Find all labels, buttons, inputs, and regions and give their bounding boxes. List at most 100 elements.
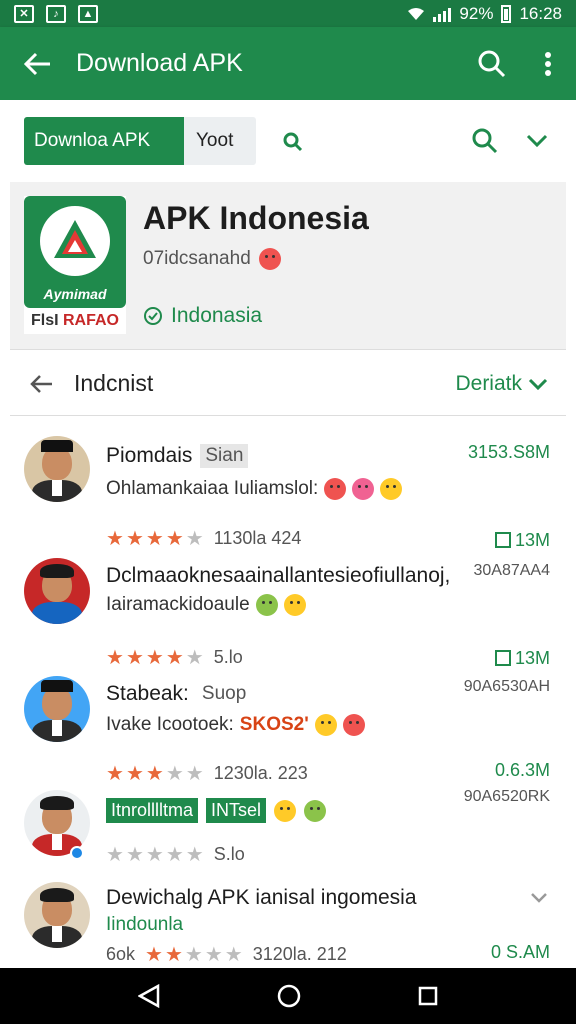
list-item[interactable]: Dewichalg APK ianisal ingomesia Iindounl… xyxy=(10,876,566,968)
chevron-down-icon[interactable] xyxy=(530,892,548,904)
list-item[interactable]: Stabeak: Suop Ivake Icootoek: SKOS2' ★ ★ ★… xyxy=(10,648,566,785)
item-description: Iindounla xyxy=(106,914,184,935)
logo-mark-icon xyxy=(54,220,96,258)
star-icon: ★ xyxy=(145,844,164,866)
emoji-icon xyxy=(314,714,337,736)
battery-icon xyxy=(501,4,512,23)
secondary-chip[interactable]: Yoot xyxy=(184,117,256,165)
item-tag: Suop xyxy=(196,682,252,706)
back-button[interactable] xyxy=(0,52,76,76)
system-nav-bar xyxy=(0,968,576,1024)
item-title: Stabeak: Suop xyxy=(106,682,252,706)
app-subtitle: 07idcsanahd xyxy=(143,248,281,270)
item-rating: ★ ★ ★ ★ ★ S.lo xyxy=(106,842,245,867)
filter-icon-button[interactable] xyxy=(282,129,306,153)
item-description: Ohlamankaiaa Iuliamslol: xyxy=(106,478,403,500)
sort-dropdown[interactable]: Deriatk xyxy=(455,372,566,396)
overflow-menu-button[interactable] xyxy=(520,51,576,76)
app-title: APK Indonesia xyxy=(143,200,369,236)
star-rating: ★ ★ ★ ★ ★ xyxy=(106,842,204,867)
filter-icon xyxy=(283,132,303,152)
check-icon xyxy=(494,650,511,666)
item-rating: 6ok ★ ★ ★ ★ ★ 3120la. 212 xyxy=(106,942,347,967)
download-apk-chip[interactable]: Downloa APK xyxy=(24,117,184,165)
item-code: 90A6530AH xyxy=(463,678,550,695)
verified-badge-icon xyxy=(70,846,84,860)
avatar xyxy=(24,882,90,948)
signal-icon xyxy=(433,6,452,22)
app-bar: Download APK xyxy=(0,27,576,100)
search-icon xyxy=(478,50,506,77)
filter-back-button[interactable] xyxy=(10,374,74,394)
avatar xyxy=(24,558,90,624)
star-icon: ★ xyxy=(165,844,184,866)
app-country[interactable]: Indonasia xyxy=(143,304,262,328)
item-size: 0.6.3M xyxy=(494,760,550,780)
item-size: 13M xyxy=(494,648,550,669)
search-icon[interactable] xyxy=(472,128,498,154)
star-icon: ★ xyxy=(204,944,223,966)
filter-label: Indcnist xyxy=(74,370,154,396)
check-circle-icon xyxy=(144,307,162,325)
app-list: Piomdais Sian Ohlamankaiaa Iuliamslol: ★… xyxy=(10,416,566,968)
item-tag: Sian xyxy=(200,444,249,468)
close-notification-icon: ✕ xyxy=(14,4,34,23)
avatar xyxy=(24,436,90,502)
arrow-back-icon xyxy=(24,52,50,75)
battery-percent: 92% xyxy=(459,3,494,23)
emoji-icon xyxy=(352,478,375,500)
app-header: Aymimad FlsI RAFAO APK Indonesia 07idcsa… xyxy=(10,182,566,350)
star-icon: ★ xyxy=(184,944,203,966)
logo-circle xyxy=(40,206,110,276)
nav-recents-icon[interactable] xyxy=(418,986,438,1006)
clock: 16:28 xyxy=(519,3,562,23)
check-icon xyxy=(494,532,511,548)
star-icon: ★ xyxy=(224,944,243,966)
item-code: 90A6520RK xyxy=(463,788,550,805)
wifi-icon xyxy=(408,7,425,20)
emoji-icon xyxy=(255,594,278,616)
image-notification-icon: ▲ xyxy=(78,4,98,23)
search-button[interactable] xyxy=(464,50,520,78)
item-size: 13M xyxy=(494,530,550,551)
search-row: Downloa APK Yoot xyxy=(0,100,576,182)
music-notification-icon: ♪ xyxy=(46,4,66,23)
status-indicators: 92% 16:28 xyxy=(407,4,562,24)
list-item[interactable]: Dclmaaoknesaainallantesieofiullanoj, Iai… xyxy=(10,528,566,669)
item-title: Dclmaaoknesaainallantesieofiullanoj, xyxy=(106,564,451,587)
app-icon-sublabel: FlsI RAFAO xyxy=(30,312,119,329)
chevron-down-icon xyxy=(528,378,548,390)
app-icon-label: Aymimad xyxy=(43,286,107,302)
page-title: Download APK xyxy=(76,49,243,77)
emoji-icon xyxy=(274,799,297,822)
star-rating: ★ ★ ★ ★ ★ xyxy=(145,942,243,967)
notification-icons: ✕ ♪ ▲ xyxy=(14,4,98,23)
star-icon: ★ xyxy=(185,844,204,866)
emoji-icon xyxy=(324,478,347,500)
filter-bar: Indcnist Deriatk xyxy=(10,352,566,416)
avatar xyxy=(24,676,90,742)
star-icon: ★ xyxy=(125,844,144,866)
app-icon[interactable]: Aymimad FlsI RAFAO xyxy=(24,196,126,334)
app-logo: Aymimad xyxy=(24,196,126,308)
nav-back-icon[interactable] xyxy=(138,984,160,1008)
item-size: 3153.S8M xyxy=(467,442,550,462)
emoji-icon xyxy=(258,248,281,270)
item-size: 0 S.AM xyxy=(490,942,550,962)
star-icon: ★ xyxy=(106,844,124,866)
item-description: Ivake Icootoek: SKOS2' xyxy=(106,714,365,736)
item-description: Iairamackidoaule xyxy=(106,594,306,616)
list-item[interactable]: Piomdais Sian Ohlamankaiaa Iuliamslol: ★… xyxy=(10,416,566,550)
nav-home-icon[interactable] xyxy=(277,984,301,1008)
emoji-icon xyxy=(342,714,365,736)
emoji-icon xyxy=(304,799,327,822)
emoji-icon xyxy=(380,478,403,500)
item-title: Dewichalg APK ianisal ingomesia xyxy=(106,886,417,909)
star-icon: ★ xyxy=(164,944,183,966)
more-vert-icon xyxy=(545,51,551,76)
arrow-back-icon xyxy=(30,374,52,393)
list-item[interactable]: Itnrolllltma INTsel ★ ★ ★ ★ ★ S.lo 0.6.3M 90… xyxy=(10,760,566,876)
chevron-down-icon[interactable] xyxy=(526,134,548,148)
emoji-icon xyxy=(283,594,306,616)
search-actions xyxy=(472,128,576,154)
